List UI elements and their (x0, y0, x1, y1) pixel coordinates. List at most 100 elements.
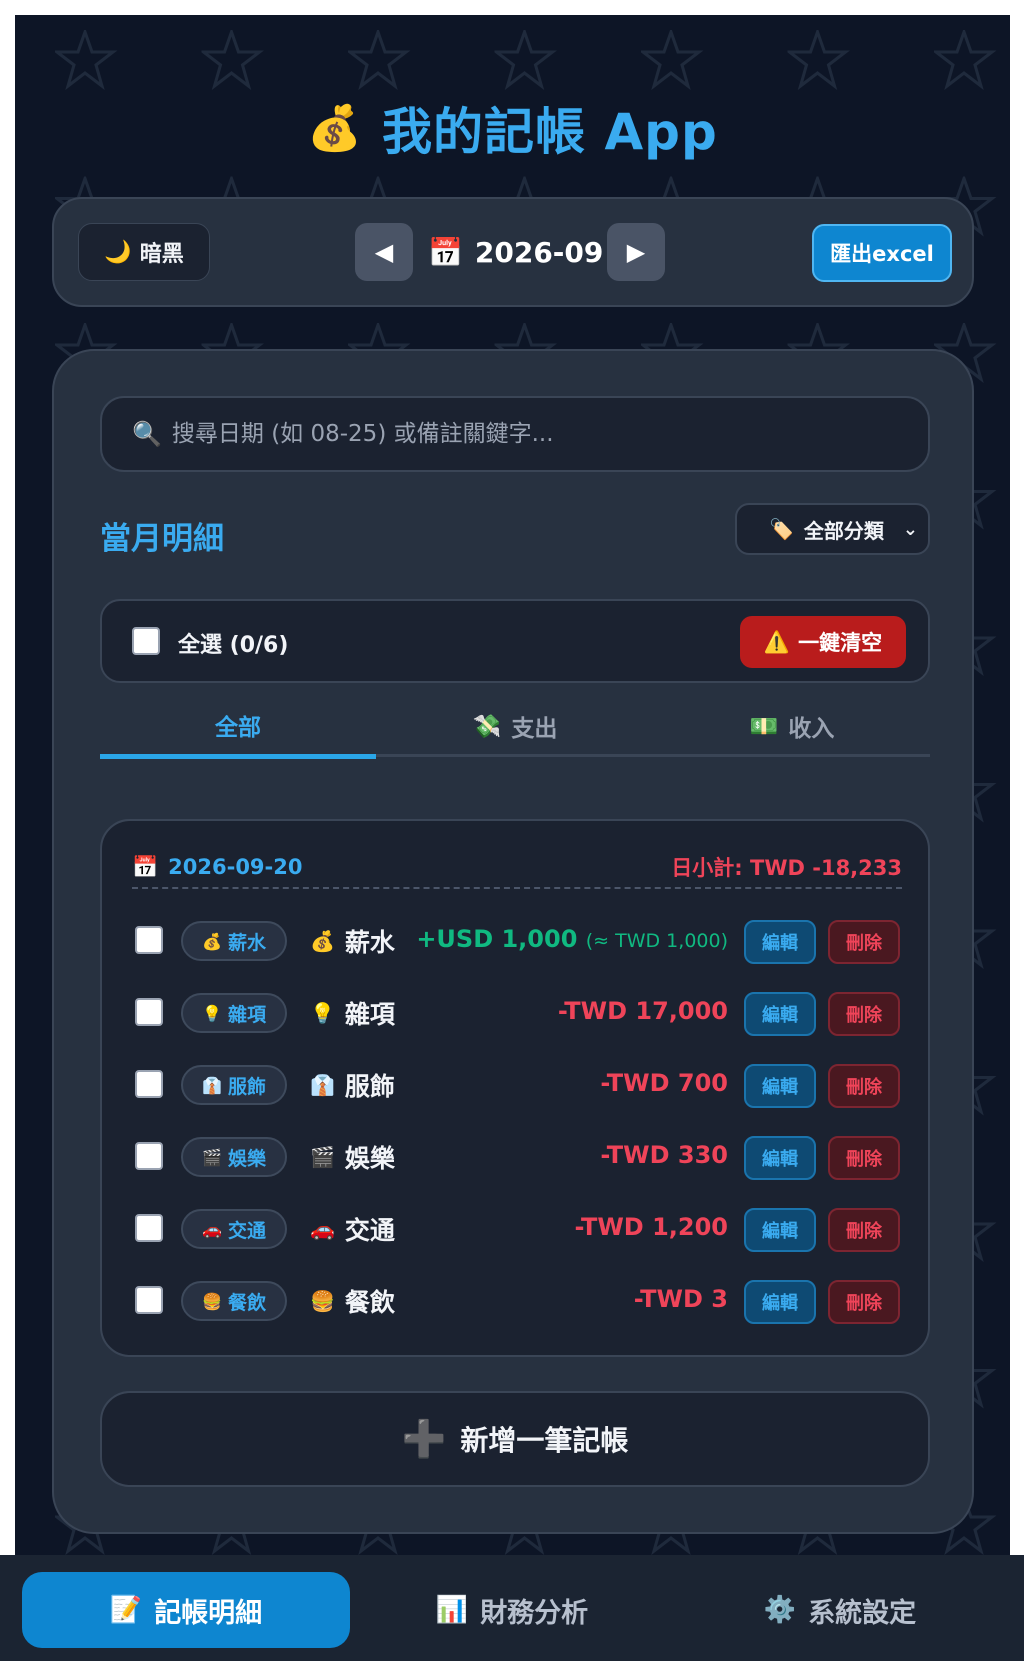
edit-button[interactable]: 編輯 (744, 1064, 816, 1108)
entry-amount: -TWD 700 (600, 1069, 728, 1097)
delete-button[interactable]: 刪除 (828, 1208, 900, 1252)
select-all-bar: 全選 (0/6) ⚠️ 一鍵清空 (100, 599, 930, 683)
day-date: 📅 2026-09-20 (132, 855, 302, 880)
entry-name: 💰 薪水 (310, 923, 395, 959)
clapper-icon: 🎬 (202, 1147, 222, 1167)
category-tag: 💡 雜項 (181, 993, 287, 1033)
burger-icon: 🍔 (310, 1289, 335, 1313)
entry-name-label: 娛樂 (344, 1144, 395, 1173)
money-bag-icon: 💰 (310, 929, 335, 953)
calendar-icon: 📅 (428, 235, 463, 269)
category-tag: 🍔 餐飲 (181, 1281, 287, 1321)
tab-all[interactable]: 全部 (100, 695, 376, 759)
entry-amount: -TWD 17,000 (557, 997, 728, 1025)
category-tag: 🎬 娛樂 (181, 1137, 287, 1177)
entry-name: 💡 雜項 (310, 995, 395, 1031)
add-entry-button[interactable]: ➕ 新增一筆記帳 (100, 1391, 930, 1487)
edit-button[interactable]: 編輯 (744, 1280, 816, 1324)
entry-name: 👔 服飾 (310, 1067, 395, 1103)
edit-button[interactable]: 編輯 (744, 920, 816, 964)
theme-toggle-button[interactable]: 🌙 暗黑 (78, 223, 210, 281)
entry-name-label: 雜項 (344, 1000, 395, 1029)
category-tag-label: 服飾 (227, 1075, 266, 1098)
entry-name: 🎬 娛樂 (310, 1139, 395, 1175)
day-group-header: 📅 2026-09-20 日小計: TWD -18,233 (132, 849, 902, 889)
category-filter-select[interactable]: 🏷️ 全部分類 ⌄ (735, 503, 930, 555)
day-subtotal: 日小計: TWD -18,233 (671, 856, 902, 880)
app-frame: 💰 我的記帳 App 🌙 暗黑 ◀ 📅 2026-09 ▶ 匯出excel 🔍 … (15, 15, 1010, 1661)
nav-analysis[interactable]: 📊 財務分析 (348, 1572, 676, 1648)
search-box: 🔍 (100, 396, 930, 472)
entry-checkbox[interactable] (135, 926, 163, 954)
category-tag-label: 交通 (227, 1219, 266, 1242)
nav-records-label: 記帳明細 (154, 1597, 263, 1629)
bottom-navigation: 📝 記帳明細 📊 財務分析 ⚙️ 系統設定 (0, 1555, 1024, 1661)
delete-button[interactable]: 刪除 (828, 1064, 900, 1108)
page-title: 我的記帳 App (382, 103, 718, 161)
previous-month-button[interactable]: ◀ (355, 223, 413, 281)
records-panel: 🔍 當月明細 🏷️ 全部分類 ⌄ 全選 (0/6) ⚠️ 一鍵清空 全部 💸 支… (52, 349, 974, 1534)
money-bag-icon: 💰 (202, 931, 222, 951)
export-excel-button[interactable]: 匯出excel (812, 224, 952, 282)
current-month-value: 2026-09 (474, 235, 604, 269)
tab-expense-label: 支出 (511, 716, 558, 742)
entry-name-label: 交通 (344, 1216, 395, 1245)
entry-row: 🍔 餐飲 🍔 餐飲 -TWD 3 編輯 刪除 (132, 1277, 902, 1329)
category-filter-value: 全部分類 (803, 518, 884, 543)
light-bulb-icon: 💡 (310, 1001, 335, 1025)
next-month-button[interactable]: ▶ (607, 223, 665, 281)
memo-icon: 📝 (109, 1595, 143, 1625)
entry-checkbox[interactable] (135, 1286, 163, 1314)
search-icon: 🔍 (132, 420, 162, 448)
day-group-card: 📅 2026-09-20 日小計: TWD -18,233 💰 薪水 💰 薪水 … (100, 819, 930, 1357)
entry-row: 💡 雜項 💡 雜項 -TWD 17,000 編輯 刪除 (132, 989, 902, 1041)
warning-icon: ⚠️ (763, 629, 791, 654)
car-icon: 🚗 (310, 1217, 335, 1241)
category-tag-label: 娛樂 (227, 1147, 266, 1170)
category-tag-label: 雜項 (227, 1003, 266, 1026)
entry-amount: -TWD 1,200 (574, 1213, 728, 1241)
edit-button[interactable]: 編輯 (744, 1208, 816, 1252)
suit-icon: 👔 (310, 1073, 335, 1097)
entry-name-label: 服飾 (344, 1072, 395, 1101)
entry-name-label: 薪水 (344, 928, 395, 957)
delete-button[interactable]: 刪除 (828, 1280, 900, 1324)
delete-button[interactable]: 刪除 (828, 920, 900, 964)
category-tag: 🚗 交通 (181, 1209, 287, 1249)
entry-checkbox[interactable] (135, 1070, 163, 1098)
clapper-icon: 🎬 (310, 1145, 335, 1169)
category-tag: 💰 薪水 (181, 921, 287, 961)
tab-income-label: 收入 (788, 716, 835, 742)
car-icon: 🚗 (202, 1219, 222, 1239)
nav-records[interactable]: 📝 記帳明細 (22, 1572, 350, 1648)
delete-button[interactable]: 刪除 (828, 1136, 900, 1180)
select-all-checkbox[interactable] (132, 627, 160, 655)
moon-icon: 🌙 (104, 239, 132, 265)
category-tag: 👔 服飾 (181, 1065, 287, 1105)
tab-income[interactable]: 💵 收入 (654, 695, 930, 757)
entry-checkbox[interactable] (135, 1142, 163, 1170)
entry-checkbox[interactable] (135, 1214, 163, 1242)
app-header: 💰 我的記帳 App (15, 93, 1010, 163)
delete-button[interactable]: 刪除 (828, 992, 900, 1036)
light-bulb-icon: 💡 (202, 1003, 222, 1023)
entry-checkbox[interactable] (135, 998, 163, 1026)
entry-amount: -TWD 330 (600, 1141, 728, 1169)
banknote-icon: 💵 (749, 713, 779, 740)
entry-amount-value: +USD 1,000 (416, 925, 578, 953)
search-input[interactable] (171, 421, 872, 447)
edit-button[interactable]: 編輯 (744, 1136, 816, 1180)
category-tag-label: 餐飲 (227, 1291, 266, 1314)
burger-icon: 🍔 (202, 1291, 222, 1311)
arrow-left-icon: ◀ (374, 238, 394, 266)
month-toolbar: 🌙 暗黑 ◀ 📅 2026-09 ▶ 匯出excel (52, 197, 974, 307)
select-all-label: 全選 (0/6) (178, 633, 289, 658)
edit-button[interactable]: 編輯 (744, 992, 816, 1036)
nav-settings[interactable]: ⚙️ 系統設定 (676, 1572, 1004, 1648)
clear-all-button[interactable]: ⚠️ 一鍵清空 (740, 616, 906, 668)
tag-icon: 🏷️ (769, 517, 794, 541)
entry-name-label: 餐飲 (344, 1288, 395, 1317)
entry-row: 👔 服飾 👔 服飾 -TWD 700 編輯 刪除 (132, 1061, 902, 1113)
tab-expense[interactable]: 💸 支出 (377, 695, 653, 757)
section-title: 當月明細 (100, 521, 224, 557)
